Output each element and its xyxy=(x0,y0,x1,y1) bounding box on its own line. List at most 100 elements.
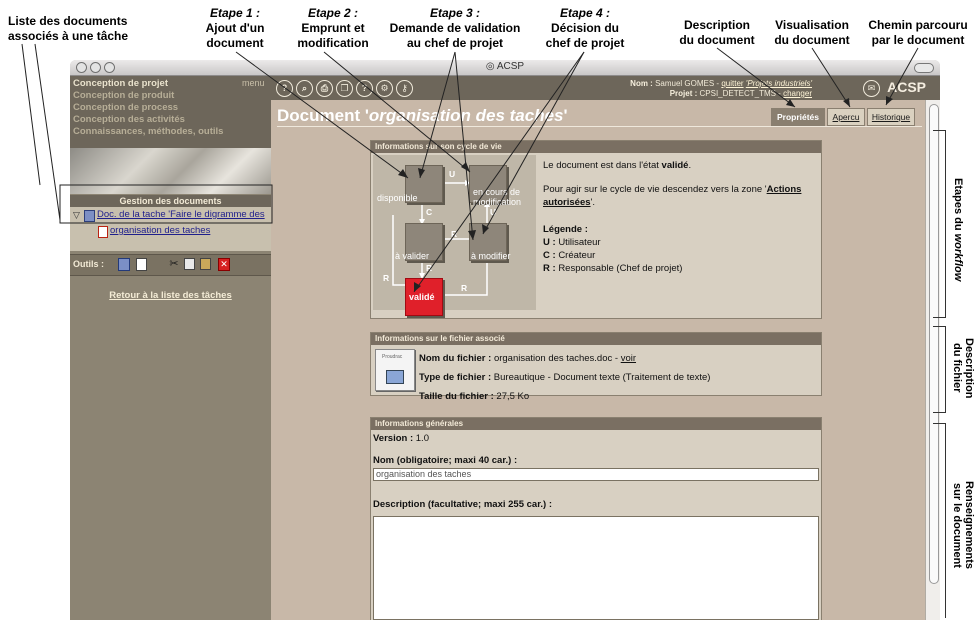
retour-link[interactable]: Retour à la liste des tâches xyxy=(109,290,232,301)
annotation-step-2: Etape 2 : Emprunt et modification xyxy=(288,6,378,51)
annotation-text: du document xyxy=(774,33,850,47)
info-icon[interactable]: ? xyxy=(356,80,373,97)
nom-input[interactable]: organisation des taches xyxy=(373,468,819,481)
edge-label-c: C xyxy=(426,207,433,217)
mail-icon[interactable]: ✉ xyxy=(863,80,880,97)
settings-icon[interactable]: ⚙ xyxy=(376,80,393,97)
document-title: Document 'organisation des taches' xyxy=(277,106,568,126)
annotation-document-list: Liste des documents associés à une tâche xyxy=(8,14,128,44)
voir-link[interactable]: voir xyxy=(621,353,636,364)
document-icon xyxy=(98,226,108,238)
sidebar: Conception de projet Conception de produ… xyxy=(70,76,271,620)
toolbar-toggle-button[interactable] xyxy=(914,63,934,73)
menu-item-connaissances[interactable]: Connaissances, méthodes, outils xyxy=(73,126,223,137)
search-icon[interactable]: ⌕ xyxy=(296,80,313,97)
chevron-down-icon[interactable]: ▽ xyxy=(73,210,80,221)
nom-label-text: Nom (obligatoire; maxi 40 car.) : xyxy=(373,455,518,466)
tools-bar: Outils : ✂ ✕ xyxy=(70,254,271,276)
general-panel: Informations générales Version : 1.0 Nom… xyxy=(370,417,822,620)
projets-link[interactable]: 'Projets industriels' xyxy=(746,79,812,88)
lifecycle-action-text: Pour agir sur le cycle de vie descendez … xyxy=(543,183,818,209)
sidebar-menu: Conception de projet Conception de produ… xyxy=(70,76,271,148)
state-value: validé xyxy=(661,160,689,171)
workflow-diagram: disponible en cours de modification à va… xyxy=(373,155,536,316)
lifecycle-state-text: Le document est dans l'état validé. xyxy=(543,159,813,172)
step-label: Etape 1 : xyxy=(209,6,260,20)
annotation-step-3: Etape 3 : Demande de validation au chef … xyxy=(385,6,525,51)
state-label-en-cours-1: en cours de xyxy=(473,187,521,197)
file-size: 27,5 Ko xyxy=(496,391,530,402)
annotation-text: par le document xyxy=(871,33,965,47)
state-label-disponible: disponible xyxy=(377,193,418,203)
help-icon[interactable]: ? xyxy=(276,80,293,97)
step-line: Demande de validation xyxy=(389,21,521,35)
edge-label-u-right: U xyxy=(490,207,497,217)
tree-parent-link[interactable]: Doc. de la tache 'Faire le digramme des xyxy=(97,209,265,220)
main-content: Document 'organisation des taches' Propr… xyxy=(271,100,925,620)
legend-title: Légende : xyxy=(543,224,588,235)
file-panel-header: Informations sur le fichier associé xyxy=(371,333,821,345)
tools-label: Outils : xyxy=(73,259,104,269)
menu-label[interactable]: menu xyxy=(242,78,265,88)
paste-icon[interactable] xyxy=(200,258,211,270)
title-divider xyxy=(277,126,922,127)
edge-label-r-middle: R xyxy=(451,229,458,239)
tab-proprietes[interactable]: Propriétés xyxy=(771,108,825,126)
menu-item-produit[interactable]: Conception de produit xyxy=(73,90,174,101)
title-prefix: Document ' xyxy=(277,106,369,125)
file-icon-text: Proudrac xyxy=(382,354,403,360)
annotation-chemin: Chemin parcouru par le document xyxy=(866,18,970,48)
menu-item-projet[interactable]: Conception de projet xyxy=(73,78,168,89)
annotation-text: Liste des documents xyxy=(8,14,128,28)
state-label-en-cours-2: modification xyxy=(473,197,522,207)
edge-label-r-bottom: R xyxy=(461,283,468,293)
tree-child-link[interactable]: organisation des taches xyxy=(110,225,210,236)
tab-historique[interactable]: Historique xyxy=(867,108,915,126)
annotation-text: Chemin parcouru xyxy=(868,18,968,32)
documents-icon[interactable]: ❐ xyxy=(336,80,353,97)
window-title: ◎ ACSP xyxy=(70,61,940,72)
quitter-link[interactable]: quitter xyxy=(721,79,743,88)
project-name: CPSI_DETECT_TMS - xyxy=(699,89,784,98)
state-label-valide: validé xyxy=(409,292,435,302)
leader-doc-list-2 xyxy=(34,43,61,221)
word-file-icon[interactable]: Proudrac xyxy=(375,349,415,391)
action-text-end: '. xyxy=(590,197,595,208)
version-row: Version : 1.0 xyxy=(373,432,429,445)
menu-item-activites[interactable]: Conception des activités xyxy=(73,114,185,125)
cut-icon[interactable]: ✂ xyxy=(168,258,180,271)
new-folder-icon[interactable] xyxy=(118,258,130,271)
legend-key: C : xyxy=(543,250,556,261)
action-text: Pour agir sur le cycle de vie descendez … xyxy=(543,184,767,195)
step-line: au chef de projet xyxy=(406,36,504,50)
state-label-a-modifier: à modifier xyxy=(471,251,511,261)
window-title-text: ACSP xyxy=(496,61,525,72)
file-type: Bureautique - Document texte (Traitement… xyxy=(493,372,711,383)
bracket-workflow xyxy=(933,130,946,318)
delete-icon[interactable]: ✕ xyxy=(218,258,230,271)
print-icon[interactable]: ⎙ xyxy=(316,80,333,97)
copy-icon[interactable] xyxy=(184,258,195,270)
side-label-text: Renseignements xyxy=(963,480,975,570)
step-line: Ajout d'un xyxy=(205,21,265,35)
legend-key: U : xyxy=(543,237,556,248)
annotation-text: Visualisation xyxy=(775,18,849,32)
title-bar: ◎ ACSP xyxy=(70,60,940,76)
menu-item-process[interactable]: Conception de process xyxy=(73,102,178,113)
side-label-text: workflow xyxy=(952,233,964,282)
tab-apercu[interactable]: Apercu xyxy=(827,108,865,126)
description-label: Description (facultative; maxi 255 car.)… xyxy=(373,498,552,511)
folder-icon xyxy=(84,210,95,222)
state-text: Le document est dans l'état xyxy=(543,160,662,171)
side-label-text: du fichier xyxy=(951,343,963,393)
new-document-icon[interactable] xyxy=(136,258,147,271)
legend-value: Utilisateur xyxy=(558,237,601,248)
changer-link[interactable]: changer xyxy=(783,89,812,98)
general-panel-header: Informations générales xyxy=(371,418,821,430)
description-textarea[interactable] xyxy=(373,516,819,620)
key-icon[interactable]: ⚷ xyxy=(396,80,413,97)
edge-label-r-left: R xyxy=(383,273,390,283)
side-label-text: Etapes du xyxy=(952,178,964,234)
edge-label-r-down: R xyxy=(426,263,433,273)
step-line: modification xyxy=(297,36,369,50)
